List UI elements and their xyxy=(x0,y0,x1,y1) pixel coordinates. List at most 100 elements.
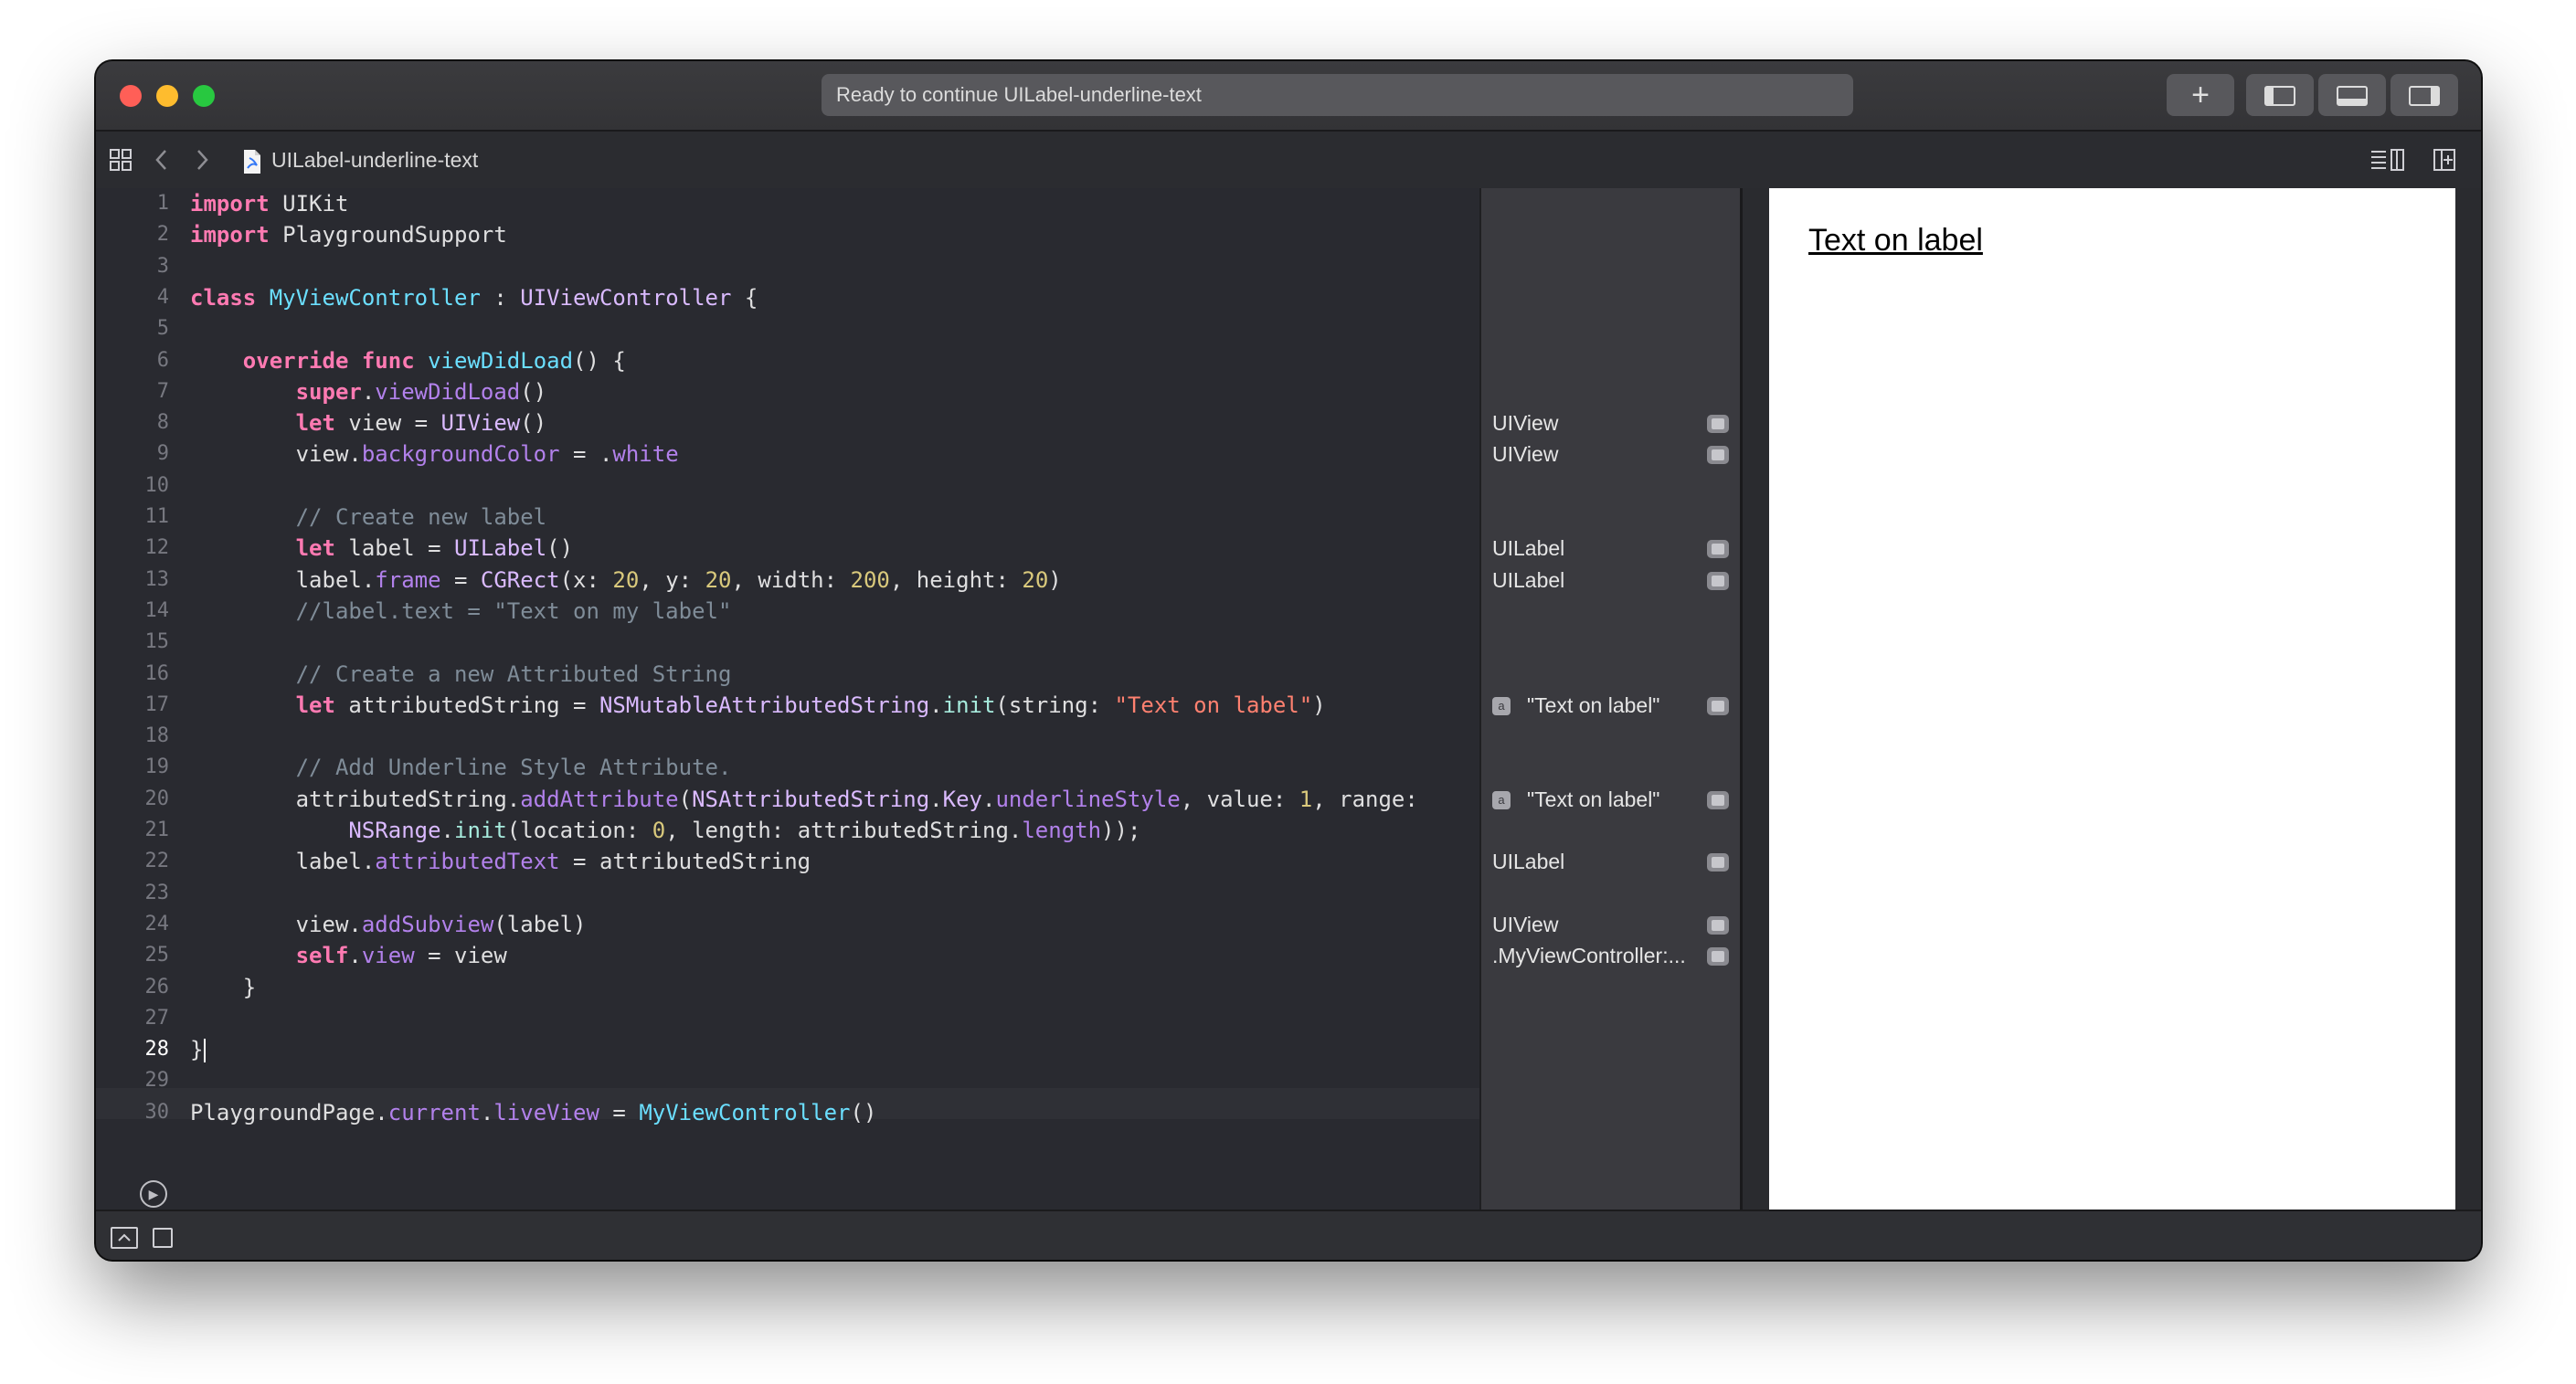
code-line-26[interactable]: } xyxy=(190,972,256,1003)
back-chevron-icon xyxy=(155,150,166,170)
code-area[interactable]: import UIKit import PlaygroundSupport cl… xyxy=(190,188,1479,1210)
quick-look-icon[interactable] xyxy=(1707,853,1729,872)
code-line-20[interactable]: attributedString.addAttribute(NSAttribut… xyxy=(190,784,1418,815)
line-number: 23 xyxy=(144,881,170,904)
result-value: "Text on label" xyxy=(1527,692,1660,717)
result-row[interactable]: UILabel xyxy=(1492,565,1729,596)
quick-look-icon[interactable] xyxy=(1707,790,1729,809)
code-line-12[interactable]: let label = UILabel() xyxy=(190,533,573,564)
line-number: 12 xyxy=(144,536,170,560)
code-line-1[interactable]: import UIKit xyxy=(190,188,348,219)
back-button[interactable] xyxy=(153,132,171,188)
code-line-6[interactable]: override func viewDidLoad() { xyxy=(190,345,626,376)
line-number: 15 xyxy=(144,630,170,654)
result-row[interactable]: .MyViewController:... xyxy=(1492,940,1729,971)
related-items-button[interactable] xyxy=(109,132,133,188)
code-line-19[interactable]: // Add Underline Style Attribute. xyxy=(190,752,732,783)
console-toggle-icon[interactable] xyxy=(153,1228,173,1248)
swift-file-icon xyxy=(244,149,260,174)
forward-chevron-icon xyxy=(197,150,208,170)
results-sidebar: UIView UIView UILabel UILabel a "Text on labe… xyxy=(1479,188,1743,1210)
line-number: 5 xyxy=(156,317,169,341)
breadcrumb-file-name: UILabel-underline-text xyxy=(271,148,479,172)
quick-look-icon[interactable] xyxy=(1707,947,1729,967)
line-number: 14 xyxy=(144,598,170,622)
result-row[interactable]: UIView xyxy=(1492,909,1729,940)
line-number: 18 xyxy=(144,724,170,748)
source-editor[interactable]: 1 2 3 4 5 6 7 8 9 10 11 12 13 14 15 16 17 18 19 20 21 22 23 24 2… xyxy=(96,188,1479,1210)
quick-look-icon[interactable] xyxy=(1707,915,1729,935)
line-number: 17 xyxy=(144,692,170,716)
code-line-9[interactable]: view.backgroundColor = .white xyxy=(190,438,679,470)
code-line-2[interactable]: import PlaygroundSupport xyxy=(190,219,507,250)
toggle-debug-area-button[interactable] xyxy=(2318,74,2386,116)
code-line-14[interactable]: //label.text = "Text on my label" xyxy=(190,596,732,627)
right-panel-icon xyxy=(2409,86,2440,106)
code-line-22[interactable]: label.attributedText = attributedString xyxy=(190,846,811,877)
line-number: 26 xyxy=(144,975,170,998)
minimize-window-button[interactable] xyxy=(156,85,178,107)
code-line-24[interactable]: view.addSubview(label) xyxy=(190,909,587,940)
line-number: 29 xyxy=(144,1069,170,1093)
line-number: 27 xyxy=(144,1006,170,1030)
left-panel-icon xyxy=(2264,86,2295,106)
add-library-button[interactable]: + xyxy=(2167,74,2234,116)
text-cursor xyxy=(204,1039,207,1063)
show-debug-area-icon[interactable] xyxy=(111,1227,138,1249)
result-row[interactable]: a "Text on label" xyxy=(1492,690,1729,721)
result-value: UIView xyxy=(1492,912,1559,936)
line-number: 9 xyxy=(156,442,169,466)
xcode-playground-window: Ready to continue UILabel-underline-text… xyxy=(96,61,2481,1260)
quick-look-icon[interactable] xyxy=(1707,540,1729,559)
live-view-pane: Text on label xyxy=(1743,188,2481,1210)
code-line-4[interactable]: class MyViewController : UIViewControlle… xyxy=(190,282,758,313)
close-window-button[interactable] xyxy=(120,85,142,107)
toggle-inspector-button[interactable] xyxy=(2390,74,2458,116)
code-line-25[interactable]: self.view = view xyxy=(190,940,507,971)
grid-icon xyxy=(110,149,132,171)
play-circle-icon: ▶ xyxy=(148,1187,159,1201)
toggle-navigator-button[interactable] xyxy=(2246,74,2314,116)
line-number: 8 xyxy=(156,411,169,435)
line-number: 22 xyxy=(144,850,170,873)
live-view[interactable]: Text on label xyxy=(1769,188,2455,1210)
line-number: 2 xyxy=(156,223,169,247)
editor-options-button[interactable] xyxy=(2369,132,2406,188)
result-row[interactable]: UIView xyxy=(1492,407,1729,438)
line-number: 10 xyxy=(144,473,170,497)
activity-status-bar: Ready to continue UILabel-underline-text xyxy=(822,74,1853,116)
quick-look-icon[interactable] xyxy=(1707,571,1729,590)
result-row[interactable]: a "Text on label" xyxy=(1492,784,1729,815)
code-line-17[interactable]: let attributedString = NSMutableAttribut… xyxy=(190,690,1326,721)
code-line-8[interactable]: let view = UIView() xyxy=(190,407,547,438)
line-number: 1 xyxy=(156,192,169,215)
line-number: 19 xyxy=(144,755,170,779)
line-number: 16 xyxy=(144,661,170,685)
forward-button[interactable] xyxy=(193,132,211,188)
code-line-7[interactable]: super.viewDidLoad() xyxy=(190,376,547,407)
result-value: UILabel xyxy=(1492,536,1565,561)
quick-look-icon[interactable] xyxy=(1707,415,1729,434)
result-row[interactable]: UIView xyxy=(1492,438,1729,470)
result-row[interactable]: UILabel xyxy=(1492,533,1729,564)
attributed-string-icon: a xyxy=(1492,790,1511,809)
line-number-gutter: 1 2 3 4 5 6 7 8 9 10 11 12 13 14 15 16 17 18 19 20 21 22 23 24 2… xyxy=(96,188,170,1210)
result-value: UIView xyxy=(1492,411,1559,436)
code-line-16[interactable]: // Create a new Attributed String xyxy=(190,659,732,690)
zoom-window-button[interactable] xyxy=(193,85,215,107)
run-playground-button[interactable]: ▶ xyxy=(140,1180,167,1208)
code-line-21[interactable]: NSRange.init(location: 0, length: attrib… xyxy=(190,815,1140,846)
add-editor-button[interactable] xyxy=(2433,132,2456,188)
code-line-30[interactable]: PlaygroundPage.current.liveView = MyView… xyxy=(190,1097,876,1128)
editor-options-icon xyxy=(2371,149,2404,171)
code-line-28[interactable]: } xyxy=(190,1034,207,1065)
breadcrumb-file[interactable]: UILabel-underline-text xyxy=(242,132,478,188)
result-row[interactable]: UILabel xyxy=(1492,846,1729,877)
line-number: 4 xyxy=(156,285,169,309)
line-number: 11 xyxy=(144,505,170,528)
quick-look-icon[interactable] xyxy=(1707,696,1729,715)
code-line-13[interactable]: label.frame = CGRect(x: 20, y: 20, width… xyxy=(190,565,1062,596)
code-line-11[interactable]: // Create new label xyxy=(190,502,547,533)
line-number: 3 xyxy=(156,254,169,278)
quick-look-icon[interactable] xyxy=(1707,446,1729,465)
